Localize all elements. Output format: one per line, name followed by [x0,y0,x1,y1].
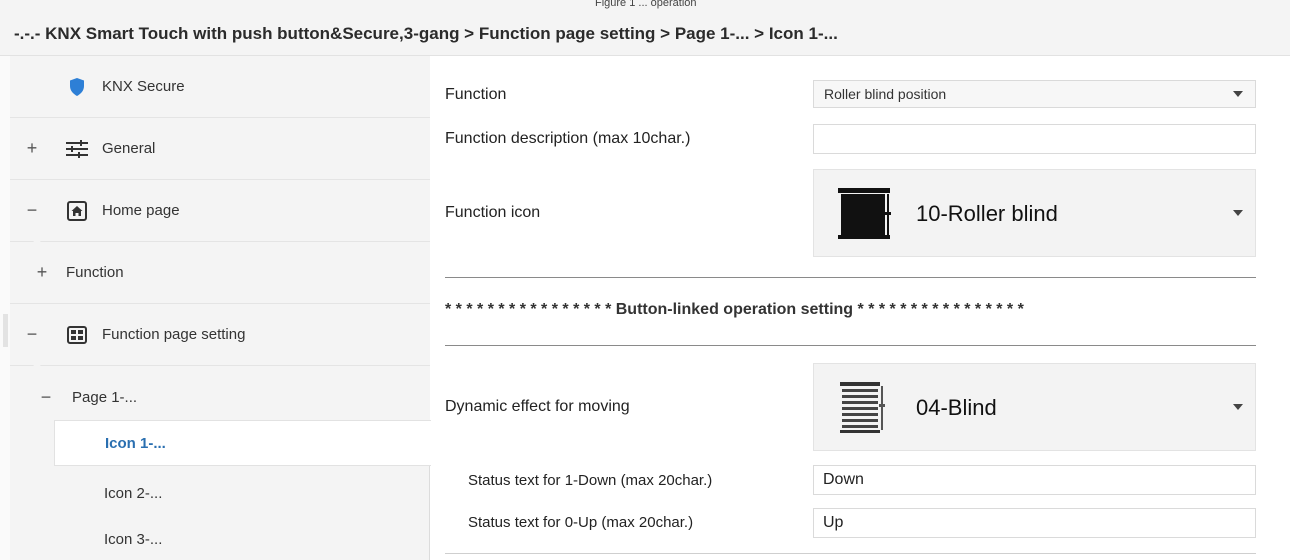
collapse-icon[interactable]: − [38,387,54,408]
venetian-blind-icon [836,382,892,434]
sliders-icon [66,138,88,160]
function-icon-select[interactable]: 10-Roller blind [813,169,1256,257]
sidebar-item-label: KNX Secure [102,78,185,95]
status-down-label: Status text for 1-Down (max 20char.) [468,472,713,489]
home-icon [66,200,88,222]
breadcrumb: -.-.- KNX Smart Touch with push button&S… [14,24,838,43]
status-up-value: Up [823,514,844,531]
left-gutter [0,56,10,560]
sidebar-item-label: Home page [102,202,180,219]
function-label: Function [445,86,507,103]
expand-icon[interactable]: + [34,262,50,283]
function-select[interactable]: Roller blind position [813,80,1256,108]
dynamic-effect-select[interactable]: 04-Blind [813,363,1256,451]
title-bar: Figure 1 ... operation -.-.- KNX Smart T… [0,0,1290,56]
dynamic-effect-value: 04-Blind [916,395,997,420]
function-select-value: Roller blind position [824,86,947,102]
status-down-value: Down [823,471,864,488]
splitter-handle[interactable] [3,314,8,347]
divider [445,277,1256,278]
grid-icon [66,324,88,346]
status-down-input[interactable]: Down [813,465,1256,495]
function-icon-value: 10-Roller blind [916,201,1058,226]
status-up-label: Status text for 0-Up (max 20char.) [468,514,694,531]
sidebar-item-page-1[interactable]: − Page 1-... [10,366,430,428]
sidebar-subitem-icon-3[interactable]: Icon 3-... [104,516,162,560]
sidebar-subitem-icon-2[interactable]: Icon 2-... [104,470,162,516]
dynamic-effect-label: Dynamic effect for moving [445,398,630,415]
sidebar-item-label: Page 1-... [72,388,138,406]
sidebar-item-knx-secure[interactable]: KNX Secure [10,56,430,118]
chevron-down-icon [1233,91,1243,97]
roller-blind-icon [836,188,892,240]
divider [445,553,1256,554]
sidebar: KNX Secure + General − Home page + Funct… [10,56,441,560]
chevron-down-icon [1233,404,1243,410]
sidebar-subitem-label: Icon 2-... [104,484,163,502]
section-heading: * * * * * * * * * * * * * * * * Button-l… [445,301,1024,318]
sidebar-item-function[interactable]: + Function [10,242,430,304]
collapse-icon[interactable]: − [24,324,40,345]
settings-panel: Function Roller blind position Function … [431,56,1290,560]
expand-icon[interactable]: + [24,138,40,159]
sidebar-subitem-icon-1[interactable]: Icon 1-... [54,420,441,466]
shield-icon [66,76,88,98]
function-icon-label: Function icon [445,204,541,221]
sidebar-item-label: Function page setting [102,326,246,343]
figure-caption: Figure 1 ... operation [595,0,697,9]
sidebar-subitem-label: Icon 3-... [104,530,163,548]
sidebar-item-function-page-setting[interactable]: − Function page setting [10,304,430,382]
status-up-input[interactable]: Up [813,508,1256,538]
sidebar-item-label: Function [66,264,124,281]
sidebar-item-label: General [102,140,156,157]
chevron-down-icon [1233,210,1243,216]
collapse-icon[interactable]: − [24,200,40,221]
function-description-input[interactable] [813,124,1256,154]
sidebar-item-home-page[interactable]: − Home page [10,180,430,258]
sidebar-item-general[interactable]: + General [10,118,430,180]
sidebar-subitem-label: Icon 1-... [105,434,166,452]
divider [445,345,1256,346]
function-description-label: Function description (max 10char.) [445,130,691,147]
